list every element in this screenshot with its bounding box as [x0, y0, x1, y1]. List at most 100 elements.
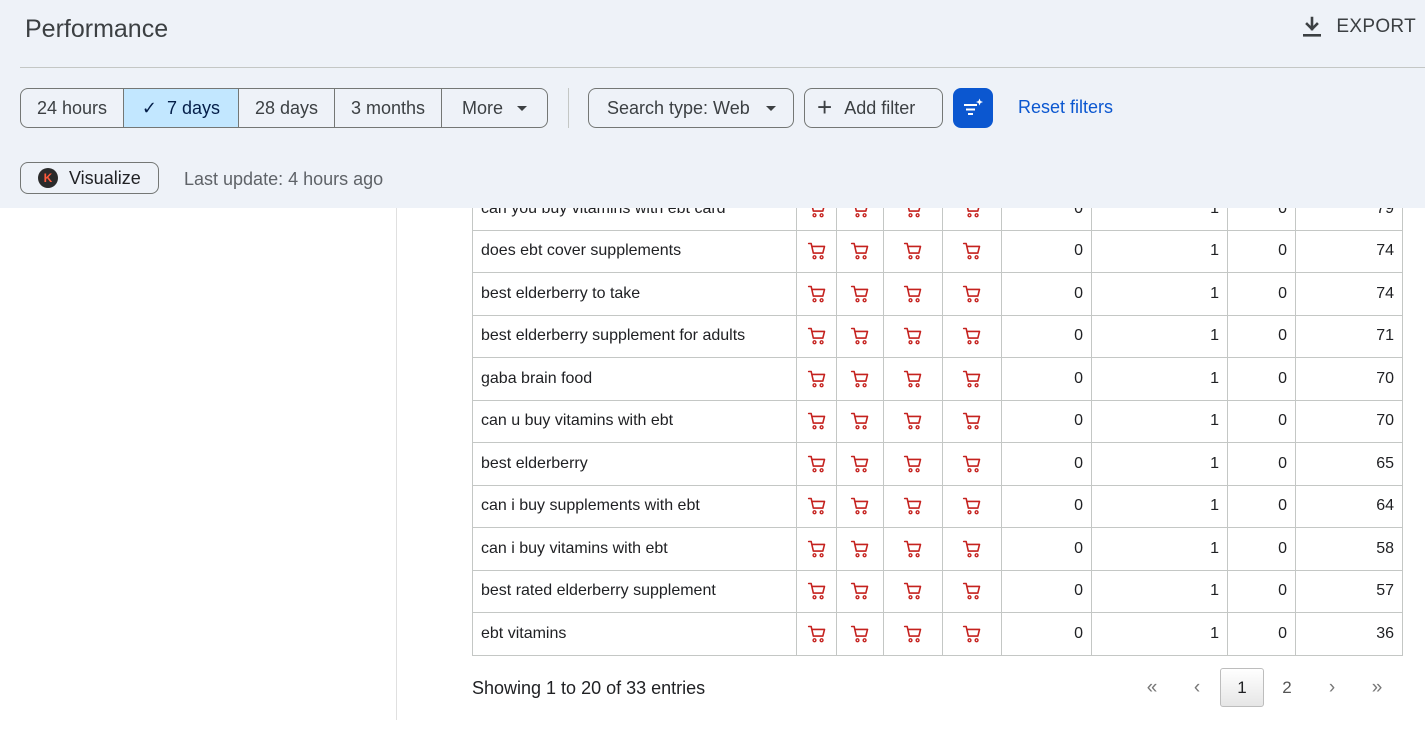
shopping-cart-icon[interactable]	[796, 272, 837, 316]
metric-cell: 1	[1091, 272, 1228, 316]
shopping-cart-icon[interactable]	[942, 442, 1002, 486]
metric-cell: 0	[1001, 314, 1092, 358]
shopping-cart-icon[interactable]	[796, 399, 837, 443]
metric-cell: 0	[1001, 357, 1092, 401]
next-page-button[interactable]: ›	[1310, 668, 1354, 707]
metric-cell: 64	[1295, 484, 1403, 528]
shopping-cart-icon[interactable]	[883, 314, 943, 358]
visualize-button[interactable]: K Visualize	[20, 162, 159, 194]
range-more-dropdown[interactable]: More	[442, 89, 547, 127]
export-button[interactable]: EXPORT	[1300, 15, 1416, 39]
shopping-cart-icon[interactable]	[883, 399, 943, 443]
range-label: 28 days	[254, 97, 319, 118]
keyword-cell: can i buy supplements with ebt	[472, 484, 797, 528]
shopping-cart-icon[interactable]	[883, 484, 943, 528]
shopping-cart-icon[interactable]	[942, 612, 1002, 656]
panel-divider	[396, 208, 397, 720]
metric-cell: 0	[1001, 442, 1092, 486]
range-label: 24 hours	[36, 97, 108, 118]
dropdown-arrow-icon	[765, 105, 776, 111]
shopping-cart-icon[interactable]	[942, 229, 1002, 273]
metric-cell: 36	[1295, 612, 1403, 656]
metric-cell: 0	[1001, 229, 1092, 273]
range-7-days[interactable]: ✓ 7 days	[124, 89, 239, 127]
metric-cell: 70	[1295, 357, 1403, 401]
shopping-cart-icon[interactable]	[796, 442, 837, 486]
last-page-button[interactable]: »	[1355, 668, 1399, 707]
shopping-cart-icon[interactable]	[942, 357, 1002, 401]
metric-cell: 1	[1091, 527, 1228, 571]
search-type-label: Search type: Web	[607, 97, 750, 118]
shopping-cart-icon[interactable]	[883, 357, 943, 401]
shopping-cart-icon[interactable]	[883, 569, 943, 613]
table-row: can u buy vitamins with ebt 0 1 0 70	[472, 399, 1403, 443]
last-update-text: Last update: 4 hours ago	[184, 169, 384, 189]
range-label: 3 months	[350, 97, 426, 118]
shopping-cart-icon[interactable]	[942, 527, 1002, 571]
add-filter-label: Add filter	[844, 97, 916, 118]
page-2-button[interactable]: 2	[1265, 668, 1309, 707]
range-3-months[interactable]: 3 months	[335, 89, 442, 127]
metric-cell: 65	[1295, 442, 1403, 486]
shopping-cart-icon[interactable]	[836, 527, 884, 571]
shopping-cart-icon[interactable]	[883, 272, 943, 316]
shopping-cart-icon[interactable]	[796, 612, 837, 656]
shopping-cart-icon[interactable]	[796, 527, 837, 571]
export-label: EXPORT	[1336, 16, 1416, 37]
shopping-cart-icon[interactable]	[796, 314, 837, 358]
shopping-cart-icon[interactable]	[836, 442, 884, 486]
shopping-cart-icon[interactable]	[942, 314, 1002, 358]
shopping-cart-icon[interactable]	[883, 612, 943, 656]
shopping-cart-icon[interactable]	[942, 399, 1002, 443]
metric-cell: 0	[1227, 484, 1296, 528]
keyword-cell: best elderberry to take	[472, 272, 797, 316]
shopping-cart-icon[interactable]	[836, 484, 884, 528]
table-row: does ebt cover supplements 0 1 0 74	[472, 229, 1403, 273]
shopping-cart-icon[interactable]	[942, 272, 1002, 316]
add-filter-button[interactable]: + Add filter	[804, 88, 943, 128]
shopping-cart-icon[interactable]	[836, 399, 884, 443]
metric-cell: 0	[1001, 484, 1092, 528]
shopping-cart-icon[interactable]	[883, 229, 943, 273]
shopping-cart-icon[interactable]	[796, 229, 837, 273]
metric-cell: 57	[1295, 569, 1403, 613]
metric-cell: 0	[1227, 314, 1296, 358]
shopping-cart-icon[interactable]	[796, 569, 837, 613]
metric-cell: 0	[1001, 272, 1092, 316]
filter-settings-button[interactable]	[953, 88, 993, 128]
search-type-dropdown[interactable]: Search type: Web	[588, 88, 794, 128]
page-1-button[interactable]: 1	[1220, 668, 1264, 707]
table-body: can you buy vitamins with ebt card 0 1 0 79 d…	[472, 187, 1403, 656]
shopping-cart-icon[interactable]	[796, 484, 837, 528]
page-header: Performance EXPORT 24 hours ✓ 7 days 28 …	[0, 0, 1425, 208]
metric-cell: 0	[1227, 229, 1296, 273]
shopping-cart-icon[interactable]	[836, 272, 884, 316]
range-label: 7 days	[167, 97, 221, 118]
shopping-cart-icon[interactable]	[836, 569, 884, 613]
shopping-cart-icon[interactable]	[836, 612, 884, 656]
metric-cell: 74	[1295, 229, 1403, 273]
first-page-button[interactable]: «	[1130, 668, 1174, 707]
reset-filters-link[interactable]: Reset filters	[1018, 97, 1113, 118]
keyword-cell: ebt vitamins	[472, 612, 797, 656]
range-24-hours[interactable]: 24 hours	[21, 89, 124, 127]
shopping-cart-icon[interactable]	[836, 229, 884, 273]
shopping-cart-icon[interactable]	[836, 314, 884, 358]
keyword-cell: can u buy vitamins with ebt	[472, 399, 797, 443]
keywords-table: can you buy vitamins with ebt card 0 1 0 79 d…	[472, 187, 1403, 656]
shopping-cart-icon[interactable]	[942, 569, 1002, 613]
metric-cell: 58	[1295, 527, 1403, 571]
download-icon	[1303, 16, 1322, 37]
shopping-cart-icon[interactable]	[796, 357, 837, 401]
metric-cell: 74	[1295, 272, 1403, 316]
range-28-days[interactable]: 28 days	[239, 89, 335, 127]
shopping-cart-icon[interactable]	[883, 442, 943, 486]
previous-page-button[interactable]: ‹	[1175, 668, 1219, 707]
metric-cell: 0	[1227, 272, 1296, 316]
metric-cell: 0	[1001, 569, 1092, 613]
shopping-cart-icon[interactable]	[883, 527, 943, 571]
metric-cell: 0	[1001, 527, 1092, 571]
keyword-cell: can i buy vitamins with ebt	[472, 527, 797, 571]
shopping-cart-icon[interactable]	[942, 484, 1002, 528]
shopping-cart-icon[interactable]	[836, 357, 884, 401]
